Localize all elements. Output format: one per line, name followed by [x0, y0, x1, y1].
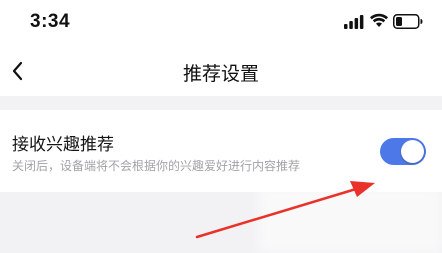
status-time: 3:34: [30, 11, 71, 32]
interest-recommendation-setting: 接收兴趣推荐 关闭后，设备端将不会根据你的兴趣爱好进行内容推荐: [0, 110, 442, 192]
toggle-knob: [401, 140, 424, 163]
setting-description: 关闭后，设备端将不会根据你的兴趣爱好进行内容推荐: [12, 159, 301, 173]
page-title: 推荐设置: [182, 63, 259, 85]
settings-screen: 3:34 推荐设置 接收兴趣推荐 关闭后，设备端将不会根据你的兴趣爱好进行内容推…: [0, 0, 442, 253]
watermark-blur: [258, 186, 442, 253]
wifi-icon: [370, 13, 388, 27]
battery-icon: [393, 14, 423, 29]
interest-recommendation-toggle[interactable]: [380, 138, 426, 165]
navigation-bar: 推荐设置: [0, 46, 442, 96]
setting-title: 接收兴趣推荐: [12, 135, 114, 155]
status-bar: 3:34: [0, 0, 442, 46]
cellular-signal-icon: [344, 15, 364, 29]
